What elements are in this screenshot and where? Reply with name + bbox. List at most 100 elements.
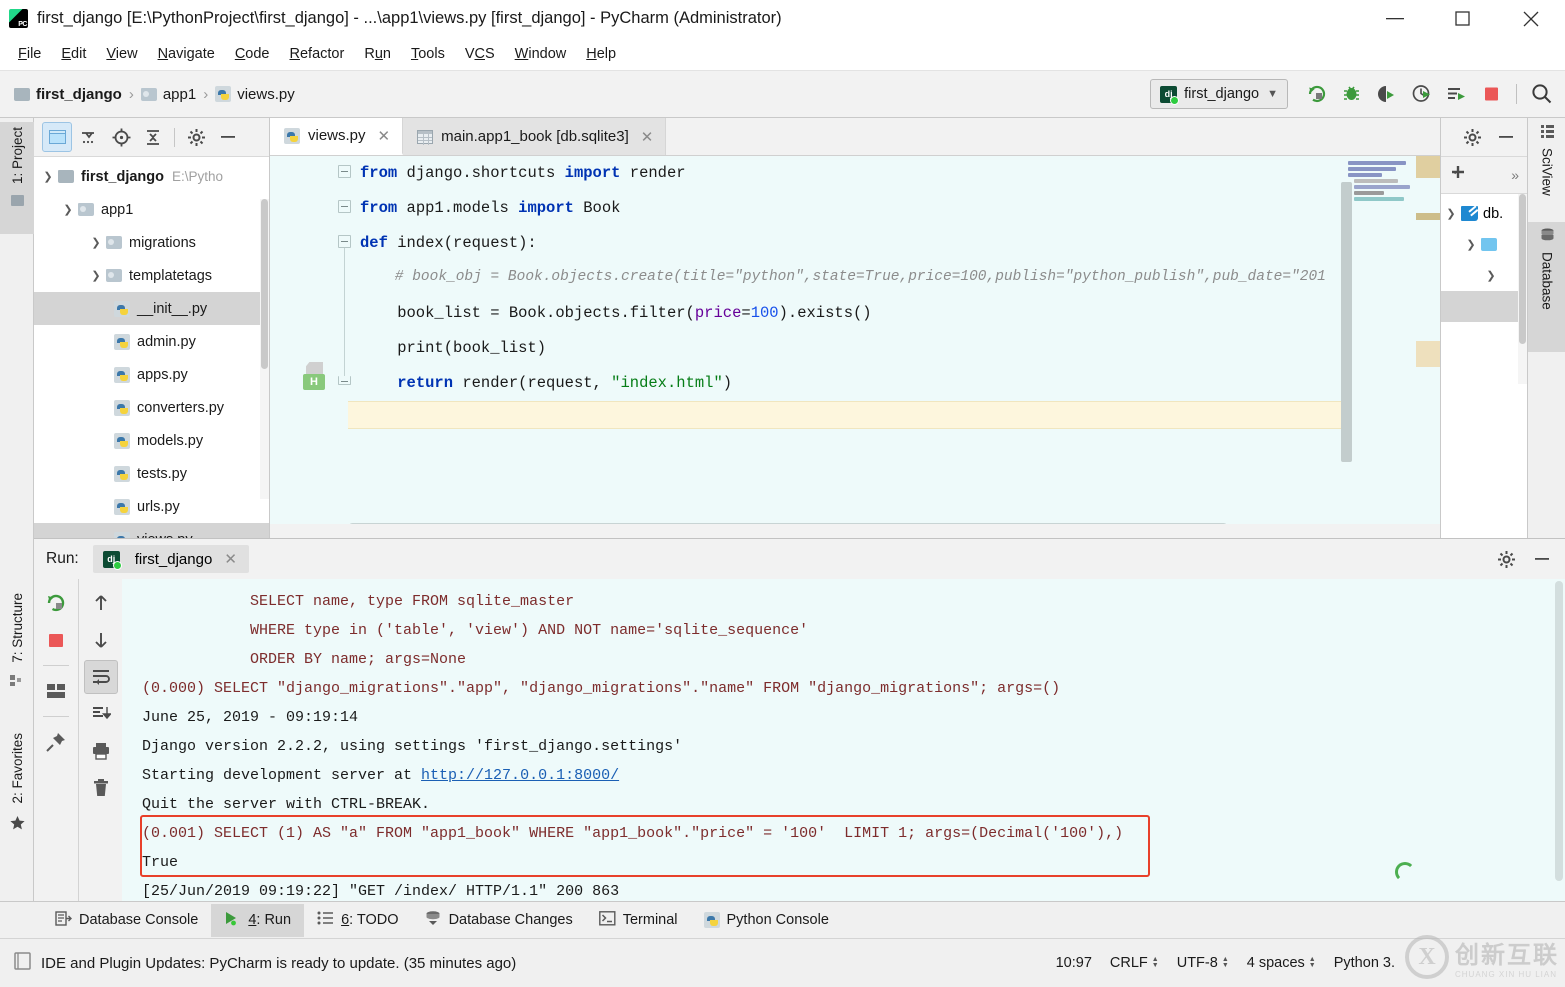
hide-panel-icon[interactable] xyxy=(213,122,243,152)
menu-edit[interactable]: Edit xyxy=(51,42,96,66)
sidebar-item-project[interactable]: 1: Project xyxy=(0,122,34,234)
tree-item-admin[interactable]: admin.py xyxy=(34,325,269,358)
chevron-down-icon[interactable]: ❯ xyxy=(1481,269,1501,282)
stop-icon[interactable] xyxy=(39,623,73,657)
profile-icon[interactable] xyxy=(1406,78,1437,109)
tree-item-first_django[interactable]: ❯ first_django E:\Pytho xyxy=(34,160,269,193)
menu-run[interactable]: Run xyxy=(354,42,401,66)
menu-code[interactable]: Code xyxy=(225,42,280,66)
chevron-down-icon[interactable]: ❯ xyxy=(58,203,78,216)
menu-help[interactable]: Help xyxy=(576,42,626,66)
code-minimap[interactable] xyxy=(1344,156,1416,538)
hide-panel-icon[interactable] xyxy=(1527,544,1557,574)
soft-wrap-icon[interactable] xyxy=(83,660,118,694)
minimize-button[interactable] xyxy=(1361,0,1429,38)
breadcrumb-item-views[interactable]: views.py xyxy=(215,86,295,103)
tree-item-views[interactable]: views.py xyxy=(34,523,269,538)
chevron-right-icon[interactable]: ❯ xyxy=(86,269,106,282)
rerun-icon[interactable] xyxy=(39,586,73,620)
db-tree-item-selected[interactable] xyxy=(1441,291,1527,322)
expand-more-icon[interactable]: » xyxy=(1511,167,1519,183)
close-icon[interactable]: ✕ xyxy=(641,128,654,146)
coverage-icon[interactable] xyxy=(1371,78,1402,109)
tree-item-tests[interactable]: tests.py xyxy=(34,457,269,490)
search-everywhere-icon[interactable] xyxy=(1526,78,1557,109)
close-icon[interactable]: ✕ xyxy=(224,550,237,568)
code-fold-icon[interactable] xyxy=(338,165,351,178)
line-separator-widget[interactable]: CRLF ▲ ▼ xyxy=(1110,955,1159,971)
tree-item-init[interactable]: __init__.py xyxy=(34,292,269,325)
bottom-item-terminal[interactable]: Terminal xyxy=(586,904,691,937)
menu-navigate[interactable]: Navigate xyxy=(148,42,225,66)
pin-tab-icon[interactable] xyxy=(39,725,73,759)
tree-item-app1[interactable]: ❯ app1 xyxy=(34,193,269,226)
menu-window[interactable]: Window xyxy=(505,42,577,66)
close-icon[interactable]: ✕ xyxy=(378,127,391,145)
tree-item-urls[interactable]: urls.py xyxy=(34,490,269,523)
menu-vcs[interactable]: VCS xyxy=(455,42,505,66)
down-arrow-icon[interactable] xyxy=(84,623,118,657)
status-message-area[interactable]: IDE and Plugin Updates: PyCharm is ready… xyxy=(14,952,516,974)
code-fold-icon[interactable] xyxy=(338,200,351,213)
sidebar-item-favorites[interactable]: 2: Favorites xyxy=(0,728,34,860)
project-scrollbar[interactable] xyxy=(260,199,269,499)
tab-main-app1-book[interactable]: main.app1_book [db.sqlite3] ✕ xyxy=(403,118,667,155)
db-tree-item-tables[interactable]: ❯ xyxy=(1441,260,1527,291)
select-opened-file-icon[interactable] xyxy=(42,122,72,152)
html-gutter-badge[interactable]: H xyxy=(303,374,325,390)
scroll-to-end-icon[interactable] xyxy=(84,697,118,731)
tree-item-converters[interactable]: converters.py xyxy=(34,391,269,424)
clear-all-icon[interactable] xyxy=(84,771,118,805)
editor-gutter[interactable] xyxy=(270,156,348,538)
menu-view[interactable]: View xyxy=(96,42,147,66)
indent-widget[interactable]: 4 spaces ▲ ▼ xyxy=(1247,955,1316,971)
code-fold-icon[interactable] xyxy=(338,235,351,248)
bottom-item-database-changes[interactable]: Database Changes xyxy=(412,904,586,937)
run-console-output[interactable]: SELECT name, type FROM sqlite_master WHE… xyxy=(122,579,1565,920)
menu-refactor[interactable]: Refactor xyxy=(280,42,355,66)
breadcrumb-item-app1[interactable]: app1 xyxy=(140,86,196,103)
rerun-icon[interactable] xyxy=(1301,78,1332,109)
tree-item-apps[interactable]: apps.py xyxy=(34,358,269,391)
close-button[interactable] xyxy=(1497,0,1565,38)
caret-position-widget[interactable]: 10:97 xyxy=(1056,955,1092,971)
stop-icon[interactable] xyxy=(1476,78,1507,109)
hide-panel-icon[interactable] xyxy=(1491,122,1521,152)
sidebar-item-database[interactable]: Database xyxy=(1528,222,1565,352)
console-scrollbar[interactable] xyxy=(1553,579,1565,920)
tree-item-migrations[interactable]: ❯ migrations xyxy=(34,226,269,259)
run-tab-first-django[interactable]: dj first_django ✕ xyxy=(92,545,249,573)
run-configuration-selector[interactable]: dj first_django ▼ xyxy=(1150,79,1288,109)
collapse-all-icon[interactable] xyxy=(138,122,168,152)
chevron-down-icon[interactable]: ❯ xyxy=(1441,207,1461,220)
settings-gear-icon[interactable] xyxy=(181,122,211,152)
bottom-item-todo[interactable]: 6: TODO xyxy=(304,904,412,936)
bottom-item-run[interactable]: 4: Run xyxy=(211,903,305,937)
interpreter-widget[interactable]: Python 3. xyxy=(1334,955,1395,971)
print-icon[interactable] xyxy=(84,734,118,768)
encoding-widget[interactable]: UTF-8 ▲ ▼ xyxy=(1177,955,1229,971)
chevron-down-icon[interactable]: ❯ xyxy=(38,170,58,183)
chevron-down-icon[interactable]: ❯ xyxy=(1461,238,1481,251)
code-fold-end-icon[interactable] xyxy=(338,376,351,385)
sidebar-item-structure[interactable]: 7: Structure xyxy=(0,588,34,714)
restore-layout-icon[interactable] xyxy=(39,674,73,708)
db-tree-item-schema[interactable]: ❯ xyxy=(1441,229,1527,260)
run-with-console-icon[interactable] xyxy=(1441,78,1472,109)
breadcrumb-item-project[interactable]: first_django xyxy=(14,86,122,103)
settings-gear-icon[interactable] xyxy=(1457,122,1487,152)
sidebar-item-sciview[interactable]: SciView xyxy=(1528,118,1565,222)
up-arrow-icon[interactable] xyxy=(84,586,118,620)
add-plus-icon[interactable] xyxy=(1449,163,1469,188)
collapse-expand-icon[interactable] xyxy=(74,122,104,152)
maximize-button[interactable] xyxy=(1429,0,1497,38)
menu-file[interactable]: FFileile xyxy=(8,42,51,66)
bottom-item-database-console[interactable]: Database Console xyxy=(42,904,211,937)
chevron-right-icon[interactable]: ❯ xyxy=(86,236,106,249)
debug-icon[interactable] xyxy=(1336,78,1367,109)
database-scrollbar[interactable] xyxy=(1518,194,1527,384)
locate-icon[interactable] xyxy=(106,122,136,152)
tab-views-py[interactable]: views.py ✕ xyxy=(270,118,404,155)
editor-vertical-scrollbar[interactable] xyxy=(1341,182,1352,462)
server-url-link[interactable]: http://127.0.0.1:8000/ xyxy=(421,767,619,784)
